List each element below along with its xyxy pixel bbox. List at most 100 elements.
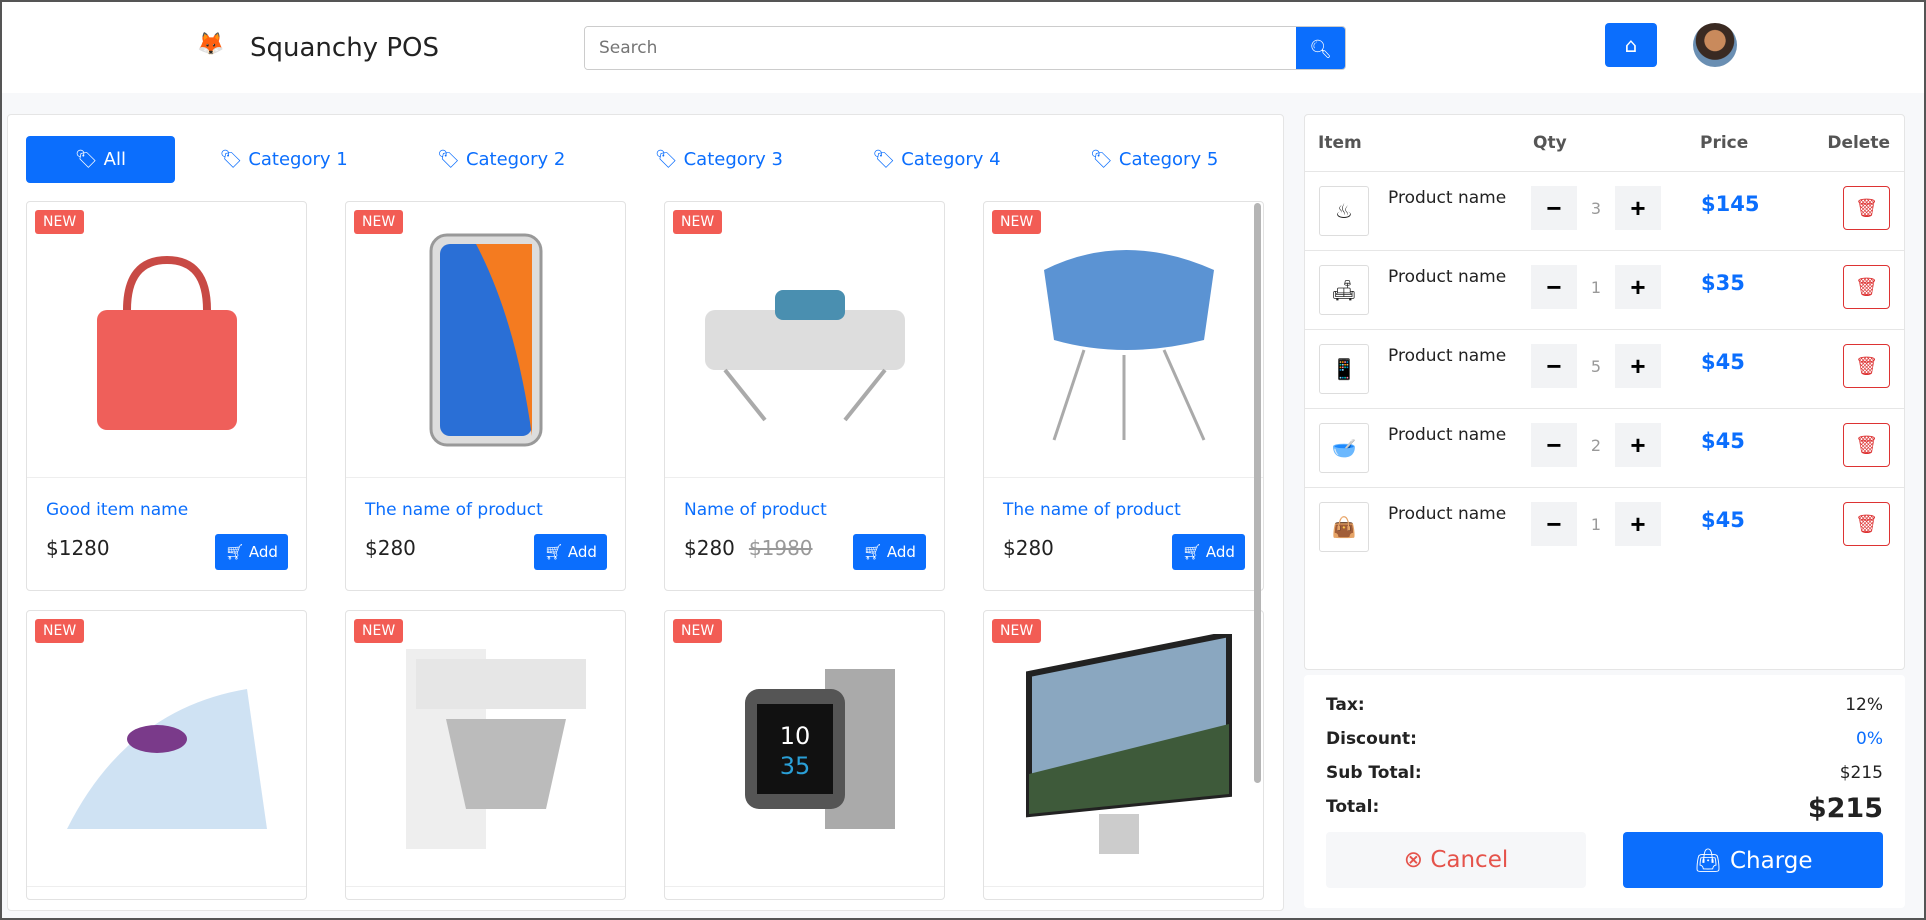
product-image-chair: NEW [984, 202, 1263, 478]
product-image-sofa: NEW [665, 202, 944, 478]
quantity-stepper: −2 + [1531, 423, 1661, 467]
trash-icon: 🗑︎ [1855, 355, 1878, 377]
home-icon: ⌂ [1624, 33, 1638, 57]
quantity-stepper: −5 + [1531, 344, 1661, 388]
total-value: $215 [1807, 793, 1883, 824]
tab-category-3[interactable]: 🏷︎ Category 3 [610, 149, 828, 170]
product-card[interactable]: NEW [983, 610, 1264, 900]
product-panel: 🏷︎ All 🏷︎ Category 1 🏷︎ Category 2 🏷︎ Category … [7, 114, 1284, 911]
quantity-value[interactable]: 1 [1577, 278, 1615, 297]
scrollbar[interactable] [1254, 203, 1261, 783]
new-badge: NEW [673, 619, 723, 643]
tab-label: Category 4 [901, 148, 1001, 170]
new-badge: NEW [35, 619, 85, 643]
cart-item-name: Product name [1388, 504, 1507, 524]
tax-value: 12% [1845, 695, 1883, 715]
decrease-button[interactable]: − [1531, 186, 1577, 230]
charge-button[interactable]: 👜︎ Charge [1623, 832, 1883, 888]
product-name[interactable]: Good item name [46, 500, 188, 520]
product-card[interactable]: NEW The name of product $280 🛒︎ Add [983, 201, 1264, 591]
quantity-value[interactable]: 2 [1577, 436, 1615, 455]
trash-icon: 🗑︎ [1855, 197, 1878, 219]
delete-button[interactable]: 🗑︎ [1843, 423, 1890, 467]
charge-label: Charge [1729, 847, 1813, 874]
quantity-value[interactable]: 1 [1577, 515, 1615, 534]
cart-item-price: $45 [1701, 350, 1745, 374]
cart-thumb-sofa: 🛋 [1319, 265, 1369, 315]
decrease-button[interactable]: − [1531, 344, 1577, 388]
add-label: Add [567, 543, 597, 561]
delete-button[interactable]: 🗑︎ [1843, 502, 1890, 546]
add-to-cart-button[interactable]: 🛒︎ Add [534, 534, 607, 570]
tab-label: Category 5 [1118, 148, 1219, 170]
cart-item-price: $145 [1701, 192, 1760, 216]
product-name[interactable]: Name of product [684, 500, 827, 520]
cart-row: 🛋 Product name −1 + $35 🗑︎ [1305, 250, 1904, 329]
add-to-cart-button[interactable]: 🛒︎ Add [1172, 534, 1245, 570]
tab-all[interactable]: 🏷︎ All [26, 135, 175, 183]
increase-button[interactable]: + [1615, 265, 1661, 309]
product-card[interactable]: NEW The name of product $280 🛒︎ Add [345, 201, 626, 591]
home-button[interactable]: ⌂ [1605, 23, 1657, 67]
subtotal-label: Sub Total: [1326, 763, 1422, 783]
decrease-button[interactable]: − [1531, 423, 1577, 467]
product-card[interactable]: NEW [26, 610, 307, 900]
quantity-value[interactable]: 5 [1577, 357, 1615, 376]
delete-button[interactable]: 🗑︎ [1843, 265, 1890, 309]
product-image-monitor: NEW [984, 611, 1263, 887]
category-tabs: 🏷︎ All 🏷︎ Category 1 🏷︎ Category 2 🏷︎ Category … [26, 135, 1263, 183]
product-card[interactable]: NEW [345, 610, 626, 900]
tab-category-2[interactable]: 🏷︎ Category 2 [392, 149, 610, 170]
cart-item-price: $45 [1701, 508, 1745, 532]
tag-icon: 🏷︎ [74, 148, 98, 170]
product-name[interactable]: The name of product [1003, 500, 1181, 520]
quantity-value[interactable]: 3 [1577, 199, 1615, 218]
tab-category-4[interactable]: 🏷︎ Category 4 [828, 149, 1046, 170]
trash-icon: 🗑︎ [1855, 513, 1878, 535]
add-to-cart-button[interactable]: 🛒︎ Add [215, 534, 288, 570]
cart-row: ♨ Product name −3 + $145 🗑︎ [1305, 171, 1904, 250]
cart-item-name: Product name [1388, 346, 1507, 366]
quantity-stepper: −1 + [1531, 265, 1661, 309]
product-image-watch: NEW 10 35 [665, 611, 944, 887]
decrease-button[interactable]: − [1531, 265, 1577, 309]
increase-button[interactable]: + [1615, 186, 1661, 230]
cancel-icon: ⊗ [1403, 847, 1424, 873]
decrease-button[interactable]: − [1531, 502, 1577, 546]
cart-panel: Item Qty Price Delete ♨ Product name −3 +… [1304, 114, 1905, 670]
discount-value[interactable]: 0% [1856, 729, 1883, 749]
product-card[interactable]: NEW 10 35 [664, 610, 945, 900]
new-badge: NEW [354, 210, 404, 234]
add-to-cart-button[interactable]: 🛒︎ Add [853, 534, 926, 570]
increase-button[interactable]: + [1615, 423, 1661, 467]
increase-button[interactable]: + [1615, 502, 1661, 546]
add-label: Add [1205, 543, 1235, 561]
tab-label: Category 2 [465, 148, 566, 170]
cart-item-name: Product name [1388, 188, 1507, 208]
brand-name: Squanchy POS [250, 33, 439, 63]
discount-label: Discount: [1326, 729, 1417, 749]
delete-button[interactable]: 🗑︎ [1843, 186, 1890, 230]
old-price: $1980 [748, 536, 813, 560]
new-badge: NEW [673, 210, 723, 234]
product-image-phone: NEW [346, 202, 625, 478]
cart-plus-icon: 🛒︎ [1182, 543, 1202, 561]
svg-text:35: 35 [779, 752, 810, 780]
cart-item-name: Product name [1388, 425, 1507, 445]
product-image-handbag: NEW [27, 202, 306, 478]
cart-plus-icon: 🛒︎ [225, 543, 245, 561]
product-card[interactable]: NEW Name of product $280 $1980 🛒︎ Add [664, 201, 945, 591]
search-input[interactable] [585, 27, 1285, 69]
product-card[interactable]: NEW Good item name $1280 🛒︎ Add [26, 201, 307, 591]
delete-button[interactable]: 🗑︎ [1843, 344, 1890, 388]
avatar[interactable] [1693, 23, 1737, 67]
increase-button[interactable]: + [1615, 344, 1661, 388]
cart-item-name: Product name [1388, 267, 1507, 287]
top-bar: 🦊 Squanchy POS 🔍︎ ⌂ [2, 2, 1924, 93]
subtotal-value: $215 [1839, 763, 1883, 783]
cancel-button[interactable]: ⊗ Cancel [1326, 832, 1586, 888]
tab-category-5[interactable]: 🏷︎ Category 5 [1045, 149, 1263, 170]
product-name[interactable]: The name of product [365, 500, 543, 520]
tab-category-1[interactable]: 🏷︎ Category 1 [175, 149, 393, 170]
search-button[interactable]: 🔍︎ [1296, 27, 1345, 69]
